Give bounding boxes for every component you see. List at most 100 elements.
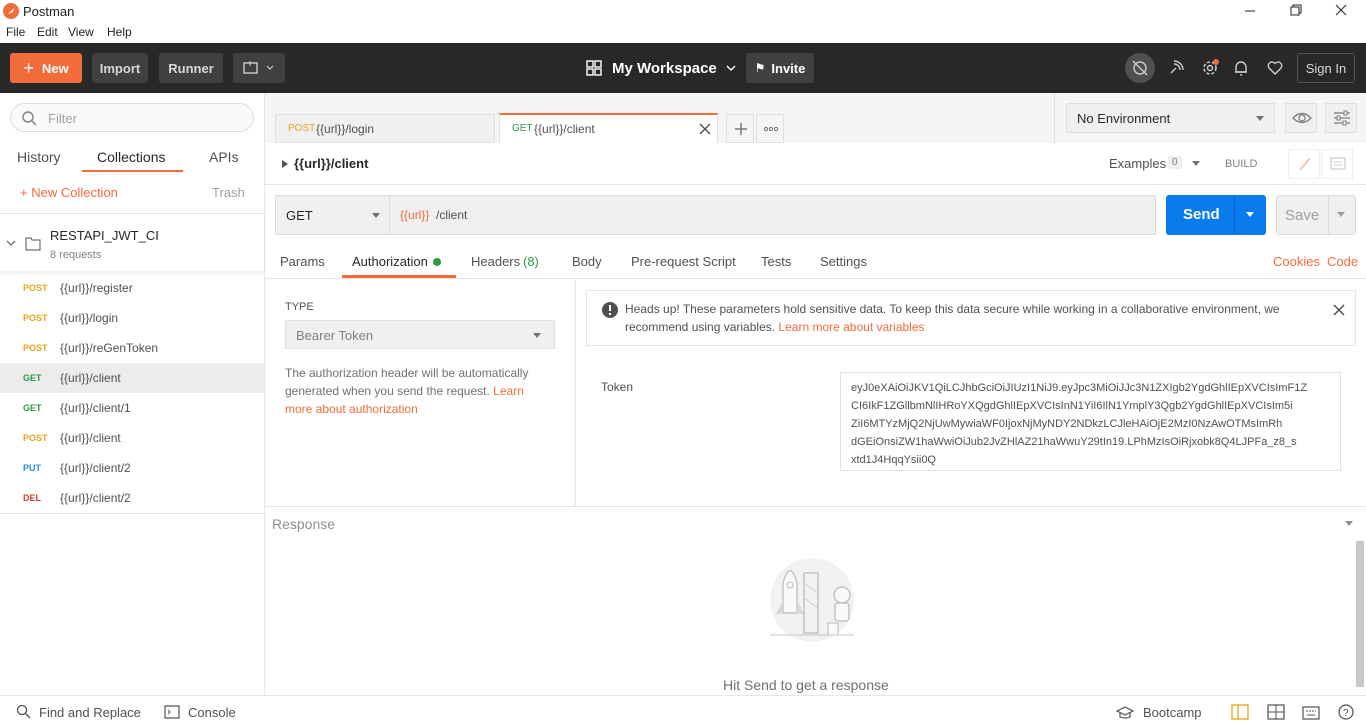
find-replace-label: Find and Replace xyxy=(39,704,141,720)
method-select[interactable]: GET xyxy=(275,195,390,235)
edit-button[interactable] xyxy=(1288,149,1320,179)
dropdown-arrow-icon xyxy=(372,213,380,218)
tab-post-login[interactable]: POST {{url}}/login xyxy=(275,114,495,143)
manage-environments-button[interactable] xyxy=(1325,103,1357,133)
restore-button[interactable] xyxy=(1286,0,1306,22)
search-icon xyxy=(22,111,37,126)
save-label: Save xyxy=(1285,207,1320,224)
learn-more-variables-link[interactable]: Learn more about variables xyxy=(778,320,924,334)
tab-params[interactable]: Params xyxy=(280,254,325,269)
caret-right-icon[interactable] xyxy=(281,159,289,169)
save-dropdown-icon[interactable] xyxy=(1336,211,1346,219)
pencil-icon xyxy=(1299,157,1311,171)
tab-settings[interactable]: Settings xyxy=(820,254,867,269)
request-item[interactable]: POST {{url}}/client xyxy=(0,423,264,453)
new-tab-button[interactable] xyxy=(726,114,754,143)
tab-history[interactable]: History xyxy=(17,149,61,165)
sync-off-icon[interactable] xyxy=(1125,53,1155,83)
two-pane-view-icon[interactable] xyxy=(1231,704,1249,720)
tab-collections[interactable]: Collections xyxy=(97,149,165,165)
send-dropdown-icon[interactable] xyxy=(1245,211,1255,219)
request-item[interactable]: POST {{url}}/register xyxy=(0,273,264,303)
scrollbar[interactable] xyxy=(1356,541,1364,687)
active-tab-indicator xyxy=(82,170,183,172)
collection-item[interactable]: RESTAPI_JWT_CI 8 requests xyxy=(0,213,264,271)
keyboard-shortcuts-icon[interactable] xyxy=(1302,704,1320,720)
send-button[interactable]: Send xyxy=(1166,195,1266,235)
auth-type-select[interactable]: Bearer Token xyxy=(285,320,555,349)
tab-headers[interactable]: Headers xyxy=(471,254,520,269)
tab-options-button[interactable] xyxy=(756,114,784,143)
request-item[interactable]: PUT {{url}}/client/2 xyxy=(0,453,264,483)
tab-tests[interactable]: Tests xyxy=(761,254,791,269)
bootcamp-button[interactable]: Bootcamp xyxy=(1116,704,1202,720)
runner-button[interactable]: Runner xyxy=(159,53,223,83)
sign-in-button[interactable]: Sign In xyxy=(1297,53,1355,83)
tab-label: {{url}}/client xyxy=(534,122,595,136)
tab-get-client[interactable]: GET {{url}}/client xyxy=(499,113,718,143)
token-line: ZiI6MTYzMjQ2NjUwMywiaWF0IjoxNjMyNDY2NDkz… xyxy=(851,418,1283,430)
request-method: POST xyxy=(23,343,48,353)
code-link[interactable]: Code xyxy=(1327,254,1358,269)
menu-edit[interactable]: Edit xyxy=(37,25,58,39)
sensitive-data-warning: Heads up! These parameters hold sensitiv… xyxy=(586,290,1356,346)
environment-quick-look-button[interactable] xyxy=(1285,103,1317,133)
new-window-button[interactable] xyxy=(233,53,285,83)
request-method: DEL xyxy=(23,493,41,503)
layout-columns-icon[interactable] xyxy=(1267,704,1285,720)
comments-button[interactable] xyxy=(1321,149,1353,179)
menu-file[interactable]: File xyxy=(6,25,25,39)
close-tab-icon[interactable] xyxy=(699,123,711,135)
dropdown-arrow-icon xyxy=(533,333,541,338)
sidebar: Filter History Collections APIs + New Co… xyxy=(0,93,265,695)
invite-button[interactable]: ⚑ Invite xyxy=(746,53,814,83)
close-window-button[interactable] xyxy=(1331,0,1351,22)
save-button[interactable]: Save xyxy=(1276,195,1356,235)
new-button[interactable]: + New xyxy=(10,53,82,83)
request-sub-tabs: Params Authorization Headers (8) Body Pr… xyxy=(265,245,1366,279)
request-item[interactable]: POST {{url}}/login xyxy=(0,303,264,333)
tab-apis[interactable]: APIs xyxy=(209,149,239,165)
environment-select[interactable]: No Environment xyxy=(1066,103,1275,133)
plus-icon: + xyxy=(23,57,34,78)
request-item[interactable]: GET {{url}}/client xyxy=(0,363,264,393)
request-item[interactable]: DEL {{url}}/client/2 xyxy=(0,483,264,513)
trash-link[interactable]: Trash xyxy=(212,185,245,200)
help-icon[interactable]: ? xyxy=(1338,704,1354,720)
cookies-link[interactable]: Cookies xyxy=(1273,254,1320,269)
url-input[interactable]: {{url}} /client xyxy=(390,195,1156,235)
satellite-icon[interactable] xyxy=(1163,55,1189,81)
response-panel: Response Hit Send to get a response xyxy=(265,506,1366,695)
token-input[interactable]: eyJ0eXAiOiJKV1QiLCJhbGciOiJIUzI1NiJ9.eyJ… xyxy=(840,372,1341,471)
menu-help[interactable]: Help xyxy=(107,25,132,39)
console-icon xyxy=(164,705,180,719)
comment-icon xyxy=(1330,157,1346,170)
workspace-selector[interactable]: My Workspace xyxy=(586,53,741,83)
tab-body[interactable]: Body xyxy=(572,254,602,269)
collection-name: RESTAPI_JWT_CI xyxy=(50,228,159,243)
new-button-label: New xyxy=(41,60,69,76)
close-icon[interactable] xyxy=(1333,304,1345,316)
tab-prerequest-script[interactable]: Pre-request Script xyxy=(631,254,736,269)
request-item[interactable]: POST {{url}}/reGenToken xyxy=(0,333,264,363)
menu-bar: File Edit View Help xyxy=(0,22,1366,43)
tab-authorization[interactable]: Authorization xyxy=(352,254,428,269)
info-icon xyxy=(602,302,618,318)
menu-view[interactable]: View xyxy=(68,25,94,39)
new-collection-button[interactable]: + New Collection xyxy=(20,185,118,200)
examples-label[interactable]: Examples xyxy=(1109,156,1166,171)
minimize-button[interactable] xyxy=(1240,0,1260,22)
settings-icon[interactable] xyxy=(1197,55,1223,81)
heart-icon[interactable] xyxy=(1262,55,1288,81)
environment-label: No Environment xyxy=(1077,111,1171,126)
request-item[interactable]: GET {{url}}/client/1 xyxy=(0,393,264,423)
console-button[interactable]: Console xyxy=(164,704,236,720)
notifications-bell-icon[interactable] xyxy=(1228,55,1254,81)
filter-field[interactable]: Filter xyxy=(10,103,254,132)
request-method: POST xyxy=(23,313,48,323)
dropdown-arrow-icon[interactable] xyxy=(1191,160,1201,168)
build-mode-label[interactable]: BUILD xyxy=(1225,158,1257,170)
find-replace-button[interactable]: Find and Replace xyxy=(16,704,141,720)
collapse-arrow-icon[interactable] xyxy=(1344,520,1354,528)
import-button[interactable]: Import xyxy=(92,53,148,83)
